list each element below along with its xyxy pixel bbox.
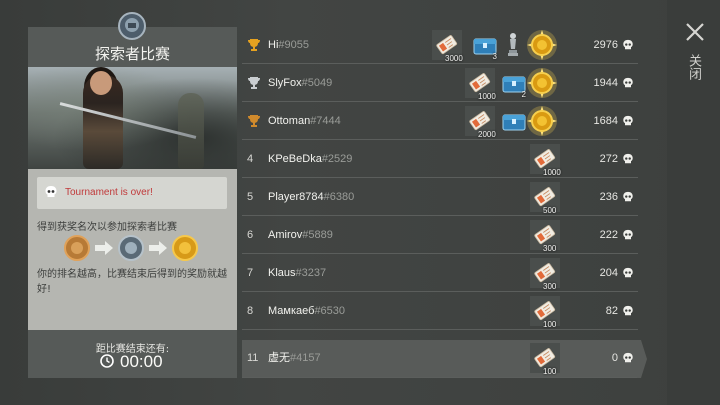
chest-reward-icon [500, 107, 528, 135]
hero-head [90, 71, 112, 95]
leaderboard-row[interactable]: Hi#9055 3 3000 2976 [242, 27, 638, 64]
statuette-icon [508, 33, 518, 56]
current-player-pointer [637, 340, 647, 378]
leaderboard: Hi#9055 3 3000 2976 SlyFox#5049 2 1000 1944 Otto… [242, 27, 643, 378]
score-value: 1684 [593, 115, 618, 127]
score-value: 272 [599, 153, 618, 165]
explorer-badge-icon [118, 12, 146, 40]
tournament-info-panel: 探索者比赛 Tournament is over! 得到获奖名次以参加探索者比赛 [28, 12, 237, 378]
score-value: 0 [611, 352, 618, 364]
sword [59, 102, 197, 139]
leaderboard-row[interactable]: Ottoman#7444 2000 1684 [242, 103, 638, 140]
leaderboard-row[interactable]: 6 Amirov#5889 300 222 [242, 217, 638, 254]
skull-icon [623, 305, 633, 316]
skull-icon [623, 267, 633, 278]
ticket-reward-icon: 100 [529, 295, 561, 329]
player-name: Ottoman#7444 [268, 115, 341, 127]
hero-banner-image [28, 67, 237, 169]
countdown-footer: 距比赛结束还有: 00:00 [28, 330, 237, 378]
score-value: 222 [599, 229, 618, 241]
skull-icon [623, 229, 633, 240]
ticket-reward-icon: 500 [529, 181, 561, 215]
skull-icon [623, 77, 633, 88]
score-value: 82 [605, 305, 618, 317]
score-value: 2976 [593, 39, 618, 51]
silver-medal-icon [118, 235, 144, 261]
ticket-reward-icon: 3000 [431, 29, 463, 63]
current-player-row[interactable]: 11 虚无#4157 100 0 [242, 340, 638, 378]
player-name: Amirov#5889 [268, 229, 333, 241]
rank-number: 6 [247, 229, 254, 241]
leaderboard-row[interactable]: 7 Klaus#3237 300 204 [242, 255, 638, 292]
description-top: 得到获奖名次以参加探索者比赛 [37, 222, 177, 233]
close-label[interactable]: 关闭 [686, 54, 701, 80]
player-name: Мамкаеб#6530 [268, 305, 346, 317]
ticket-reward-icon: 1000 [529, 143, 561, 177]
medal-progression [64, 235, 198, 261]
bronze-medal-icon [64, 235, 90, 261]
leaderboard-row[interactable]: 5 Player8784#6380 500 236 [242, 179, 638, 216]
skull-icon [623, 191, 633, 202]
skull-icon [623, 352, 633, 363]
ticket-reward-icon: 100 [529, 342, 561, 376]
zombie-figure [178, 93, 204, 169]
score-value: 236 [599, 191, 618, 203]
skull-icon [45, 186, 57, 197]
skull-icon [623, 115, 633, 126]
ticket-reward-icon: 300 [529, 219, 561, 253]
description-bottom: 你的排名越高，比赛结束后得到的奖励就越好! [37, 269, 227, 295]
gold-medal-icon [527, 106, 557, 136]
gold-medal-icon [527, 30, 557, 60]
player-name: 虚无#4157 [268, 352, 321, 364]
skull-icon [623, 153, 633, 164]
trophy-icon [248, 39, 260, 51]
rank-number: 8 [247, 305, 254, 317]
leaderboard-row[interactable]: SlyFox#5049 2 1000 1944 [242, 65, 638, 102]
status-text: Tournament is over! [65, 187, 153, 198]
trophy-icon [248, 115, 260, 127]
player-name: Klaus#3237 [268, 267, 327, 279]
leaderboard-row[interactable]: 8 Мамкаеб#6530 100 82 [242, 293, 638, 330]
player-name: KPeBeDka#2529 [268, 153, 353, 165]
panel-title: 探索者比赛 [94, 45, 170, 63]
arrow-right-icon [149, 241, 167, 255]
ticket-reward-icon: 300 [529, 257, 561, 291]
trophy-icon [248, 77, 260, 89]
tournament-status-box: Tournament is over! [37, 177, 227, 209]
close-icon[interactable] [685, 22, 705, 42]
player-name: Hi#9055 [268, 39, 309, 51]
chest-reward-icon: 2 [500, 69, 528, 99]
ticket-reward-icon: 1000 [464, 67, 496, 101]
leaderboard-row[interactable]: 4 KPeBeDka#2529 1000 272 [242, 141, 638, 178]
rank-number: 7 [247, 267, 254, 279]
countdown-timer: 00:00 [120, 352, 163, 371]
rank-number: 5 [247, 191, 254, 203]
player-name: SlyFox#5049 [268, 77, 333, 89]
chest-reward-icon: 3 [471, 31, 499, 61]
arrow-right-icon [95, 241, 113, 255]
gold-medal-icon [527, 68, 557, 98]
rank-number: 4 [247, 153, 254, 165]
gold-medal-icon [172, 235, 198, 261]
skull-icon [623, 39, 633, 50]
ticket-reward-icon: 2000 [464, 105, 496, 139]
score-value: 1944 [593, 77, 618, 89]
player-name: Player8784#6380 [268, 191, 355, 203]
rank-number: 11 [247, 352, 259, 364]
score-value: 204 [599, 267, 618, 279]
